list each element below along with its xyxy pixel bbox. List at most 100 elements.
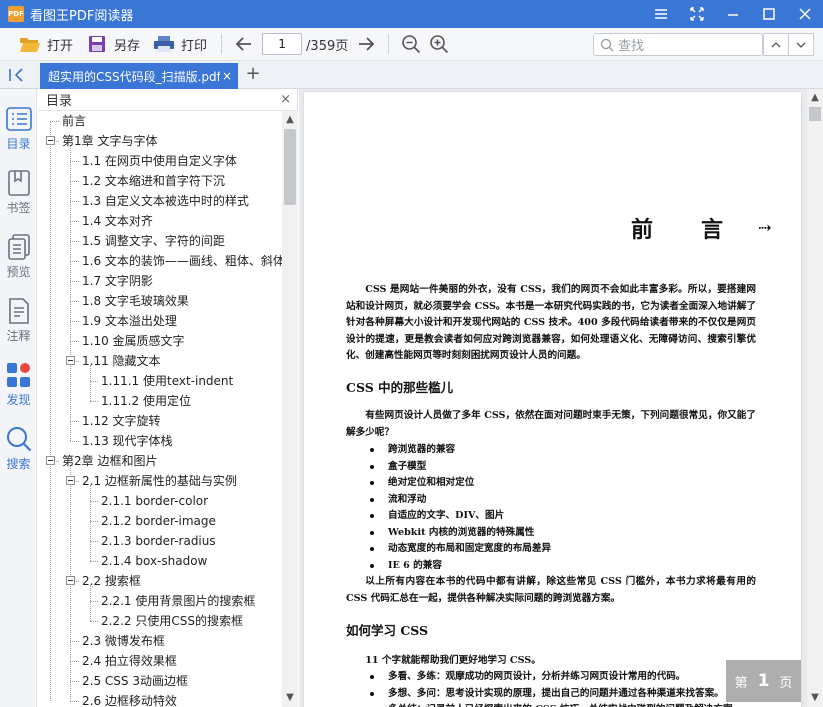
tree-branch-line (70, 441, 79, 442)
toc-item[interactable]: 2.1.3 border-radius (101, 531, 216, 551)
tree-branch-line (70, 161, 79, 162)
section-heading: 如何学习 CSS (346, 623, 429, 638)
print-button[interactable]: 打印 (146, 30, 213, 58)
toc-tree: 前言 第1章 文字与字体 1.1 在网页中使用自定义字体 1.2 文本缩进和首字符下沉… (38, 111, 282, 707)
paragraph: 11 个字就能帮助我们更好地学习 CSS。 (365, 655, 541, 666)
toc-item[interactable]: 2.1.1 border-color (101, 491, 208, 511)
save-as-button[interactable]: 另存 (79, 30, 146, 58)
toc-title: 目录 (46, 94, 73, 109)
next-page-icon[interactable] (352, 30, 380, 58)
toc-item[interactable]: 1.4 文本对齐 (82, 211, 153, 231)
save-icon (85, 32, 109, 56)
bullet-item: 盒子模型 (368, 459, 758, 476)
toc-item[interactable]: 1.6 文本的装饰——画线、粗体、斜体 (82, 251, 282, 271)
rail-item-bookmark[interactable]: 书签 (0, 169, 37, 216)
toc-item[interactable]: 第1章 文字与字体 (62, 131, 157, 151)
rail-label-discover: 发现 (6, 393, 31, 407)
toc-item[interactable]: 2.2.1 使用背景图片的搜索框 (101, 591, 255, 611)
rail-item-discover[interactable]: 发现 (0, 361, 37, 408)
tree-branch-line (70, 181, 79, 182)
zoom-out-icon[interactable] (397, 30, 425, 58)
collapse-toggle-icon[interactable] (46, 456, 55, 465)
close-icon[interactable] (787, 0, 823, 28)
tree-branch-line (90, 401, 98, 402)
toc-item[interactable]: 1.9 文本溢出处理 (82, 311, 177, 331)
toc-item[interactable]: 1.7 文字阴影 (82, 271, 153, 291)
add-tab-icon[interactable]: + (245, 65, 261, 83)
toc-item[interactable]: 2.2.2 只使用CSS的搜索框 (101, 611, 243, 631)
tree-branch-line (70, 321, 79, 322)
scrollbar-thumb[interactable] (284, 129, 296, 205)
tree-branch-line (50, 121, 59, 122)
toc-item[interactable]: 2.6 边框移动特效 (82, 691, 177, 707)
toc-item[interactable]: 1.11 隐藏文本 (82, 351, 161, 371)
toc-item[interactable]: 前言 (62, 111, 86, 131)
open-label: 打开 (47, 38, 74, 54)
paragraph: CSS 是网站一件美丽的外衣，没有 CSS，我们的网页不会如此丰富多彩。所以，要… (346, 284, 756, 361)
toc-item[interactable]: 2.1.2 border-image (101, 511, 216, 531)
previous-page-icon[interactable] (230, 30, 258, 58)
scroll-up-icon[interactable]: ▲ (285, 115, 295, 125)
bullet-item: 绝对定位和相对定位 (368, 475, 758, 492)
toc-scrollbar[interactable]: ▲ ▼ (282, 111, 298, 707)
document-tab[interactable]: 超实用的CSS代码段_扫描版.pdf × (40, 63, 238, 89)
page-indicator-number: 1 (757, 671, 770, 691)
fullscreen-icon[interactable] (679, 0, 715, 28)
tree-branch-line (70, 641, 79, 642)
rail-item-preview[interactable]: 预览 (0, 233, 37, 280)
scroll-down-icon[interactable]: ▼ (810, 693, 820, 703)
tree-branch-line (70, 281, 79, 282)
chevron-down-icon (796, 42, 806, 48)
toc-header: 目录 × (38, 89, 297, 111)
bullet-item: 动态宽度的布局和固定宽度的布局差异 (368, 541, 758, 558)
toc-item[interactable]: 1.10 金属质感文字 (82, 331, 185, 351)
document-scrollbar[interactable]: ▲ ▼ (807, 89, 823, 707)
toc-item[interactable]: 第2章 边框和图片 (62, 451, 157, 471)
toc-item[interactable]: 1.1 在网页中使用自定义字体 (82, 151, 237, 171)
scroll-down-icon[interactable]: ▼ (285, 693, 295, 703)
collapse-toggle-icon[interactable] (66, 356, 75, 365)
sidebar-rail: 目录 书签 预览 注释 发现 搜索 (0, 89, 37, 707)
collapse-toggle-icon[interactable] (46, 136, 55, 145)
toc-item[interactable]: 1.8 文字毛玻璃效果 (82, 291, 189, 311)
scroll-up-icon[interactable]: ▲ (810, 93, 820, 103)
close-tab-icon[interactable]: × (220, 69, 234, 83)
toc-item[interactable]: 2.5 CSS 3动画边框 (82, 671, 188, 691)
toc-item[interactable]: 1.5 调整文字、字符的间距 (82, 231, 225, 251)
folder-open-icon (18, 32, 42, 56)
toc-item[interactable]: 2.1.4 box-shadow (101, 551, 207, 571)
toc-item[interactable]: 1.12 文字旋转 (82, 411, 161, 431)
toc-item[interactable]: 2.3 微博发布框 (82, 631, 165, 651)
rail-label-bookmark: 书签 (6, 201, 31, 215)
maximize-icon[interactable] (751, 0, 787, 28)
page-number-input[interactable]: 1 (262, 33, 303, 55)
zoom-in-icon[interactable] (425, 30, 453, 58)
rail-item-search[interactable]: 搜索 (0, 425, 37, 472)
toc-item[interactable]: 1.11.1 使用text-indent (101, 371, 233, 391)
toolbar: 打开 另存 打印 1 /359页 查找 (0, 28, 823, 61)
collapse-sidebar-icon[interactable] (8, 67, 28, 83)
toc-item[interactable]: 2.2 搜索框 (82, 571, 141, 591)
open-button[interactable]: 打开 (12, 30, 79, 58)
search-previous-button[interactable] (763, 33, 789, 56)
search-input[interactable]: 查找 (593, 33, 763, 56)
rail-item-toc[interactable]: 目录 (0, 105, 37, 152)
collapse-toggle-icon[interactable] (66, 576, 75, 585)
window-controls (643, 0, 823, 28)
toc-item[interactable]: 2.4 拍立得效果框 (82, 651, 177, 671)
tree-branch-line (90, 501, 98, 502)
collapse-toggle-icon[interactable] (66, 476, 75, 485)
toc-item[interactable]: 2.1 边框新属性的基础与实例 (82, 471, 237, 491)
toc-item[interactable]: 1.13 现代字体栈 (82, 431, 173, 451)
document-viewer[interactable]: 前言 ⇢ CSS 是网站一件美丽的外衣，没有 CSS，我们的网页不会如此丰富多彩… (299, 89, 823, 707)
menu-icon[interactable] (643, 0, 679, 28)
rail-label-preview: 预览 (6, 265, 31, 279)
rail-item-annotation[interactable]: 注释 (0, 297, 37, 344)
scrollbar-thumb[interactable] (809, 107, 821, 121)
search-next-button[interactable] (788, 33, 814, 56)
close-toc-icon[interactable]: × (280, 92, 291, 107)
toc-item[interactable]: 1.2 文本缩进和首字符下沉 (82, 171, 225, 191)
toc-item[interactable]: 1.11.2 使用定位 (101, 391, 191, 411)
minimize-icon[interactable] (715, 0, 751, 28)
toc-item[interactable]: 1.3 自定义文本被选中时的样式 (82, 191, 249, 211)
